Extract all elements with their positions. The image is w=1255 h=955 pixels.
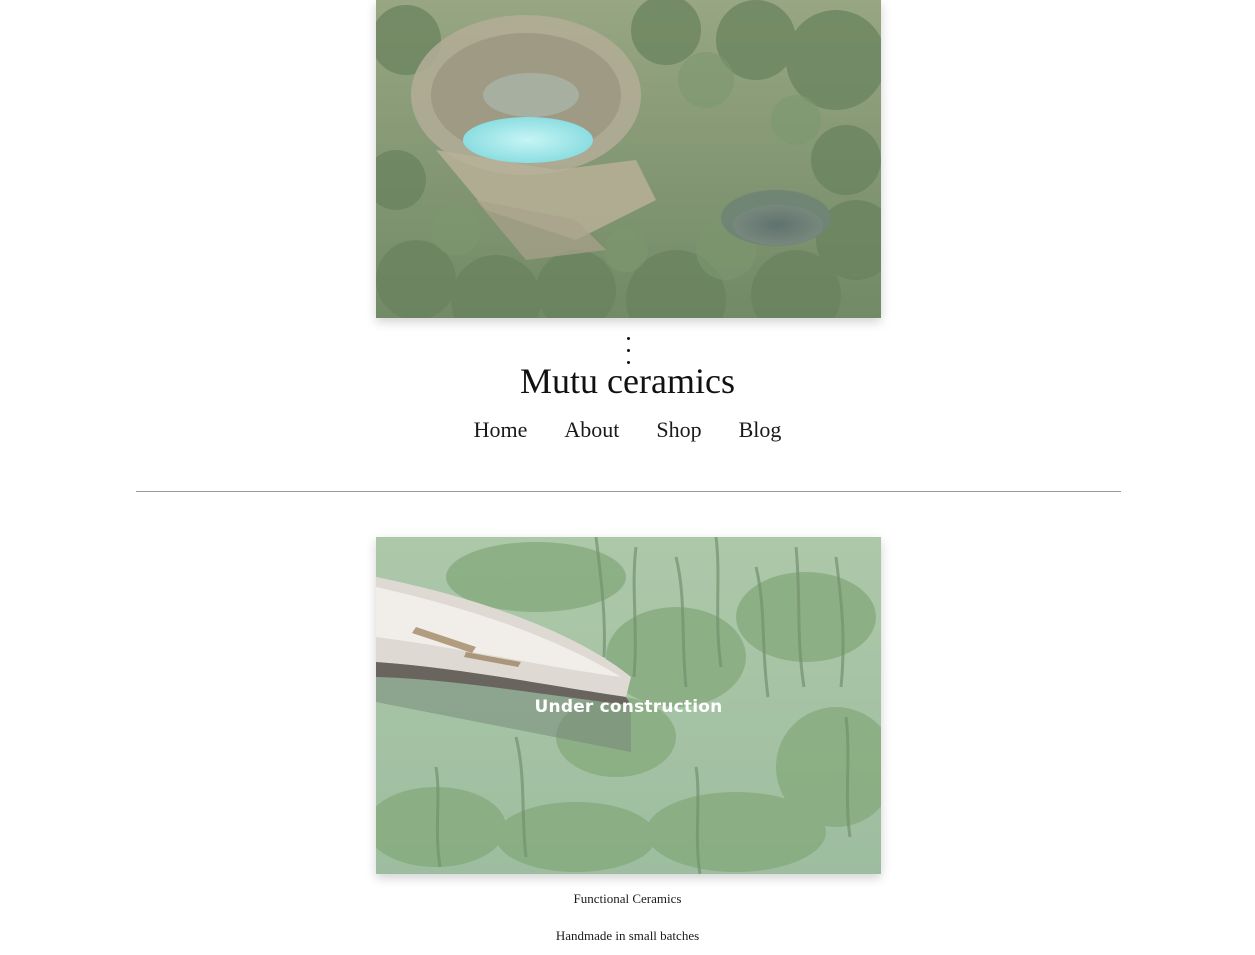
feature-overlay: Under construction [376, 537, 881, 874]
site-title[interactable]: Mutu ceramics [0, 361, 1255, 401]
nav-item-home[interactable]: Home [474, 415, 528, 445]
nav-item-about[interactable]: About [564, 415, 619, 445]
nav-item-blog[interactable]: Blog [739, 415, 782, 445]
caption-handmade: Handmade in small batches [555, 928, 700, 943]
header-divider [136, 491, 1121, 492]
under-construction-label: Under construction [534, 696, 723, 717]
dot [626, 349, 630, 352]
nav-item-shop[interactable]: Shop [656, 415, 701, 445]
caption-functional-ceramics: Functional Ceramics [573, 891, 682, 906]
main-nav: Home About Shop Blog [0, 415, 1255, 445]
feature-image[interactable]: Under construction [376, 537, 881, 874]
dot [626, 337, 630, 340]
hero-image [376, 0, 881, 318]
